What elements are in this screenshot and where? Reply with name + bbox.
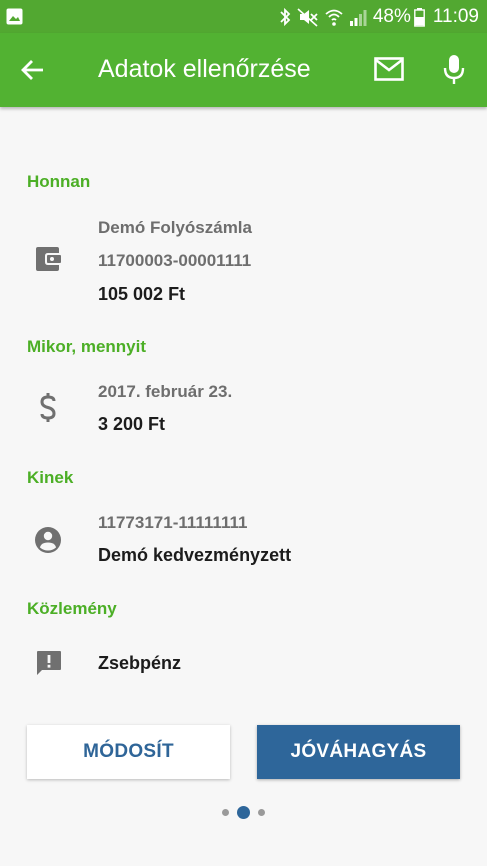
section-title-from: Honnan xyxy=(27,172,91,191)
from-account-number: 11700003-00001111 xyxy=(98,251,252,270)
page-dot xyxy=(222,809,229,816)
account-circle-icon xyxy=(34,526,62,559)
dollar-icon xyxy=(38,392,58,429)
note-text: Zsebpénz xyxy=(98,653,182,673)
approve-button[interactable]: JÓVÁHAGYÁS xyxy=(257,725,460,779)
modify-button[interactable]: MÓDOSÍT xyxy=(27,725,230,779)
app-bar: Adatok ellenőrzése xyxy=(0,33,487,107)
page-title: Adatok ellenőrzése xyxy=(98,55,311,83)
from-balance: 105 002 Ft xyxy=(98,284,186,304)
mail-icon[interactable] xyxy=(374,57,404,86)
page-dot xyxy=(258,809,265,816)
recipient-name: Demó kedvezményzett xyxy=(98,545,292,565)
transfer-amount: 3 200 Ft xyxy=(98,414,166,434)
section-title-note: Közlemény xyxy=(27,599,117,618)
wifi-icon xyxy=(325,7,343,27)
mic-icon[interactable] xyxy=(441,54,467,91)
status-bar: 48% 11:09 xyxy=(0,0,487,33)
clock: 11:09 xyxy=(432,6,479,27)
gallery-icon xyxy=(6,8,23,30)
bluetooth-icon xyxy=(279,7,291,27)
page-dot-active xyxy=(237,806,250,819)
signal-icon xyxy=(349,7,367,27)
section-title-to: Kinek xyxy=(27,468,74,487)
feedback-icon xyxy=(36,650,62,681)
back-arrow-icon[interactable] xyxy=(20,57,46,88)
section-title-when: Mikor, mennyit xyxy=(27,337,147,356)
mute-icon xyxy=(297,7,319,27)
recipient-account-number: 11773171-11111111 xyxy=(98,513,248,532)
transfer-date: 2017. február 23. xyxy=(98,382,233,401)
page-indicator xyxy=(0,804,487,820)
wallet-icon xyxy=(34,246,62,277)
from-account-name: Demó Folyószámla xyxy=(98,218,252,237)
battery-percent: 48% xyxy=(372,6,411,27)
battery-icon xyxy=(413,7,425,27)
